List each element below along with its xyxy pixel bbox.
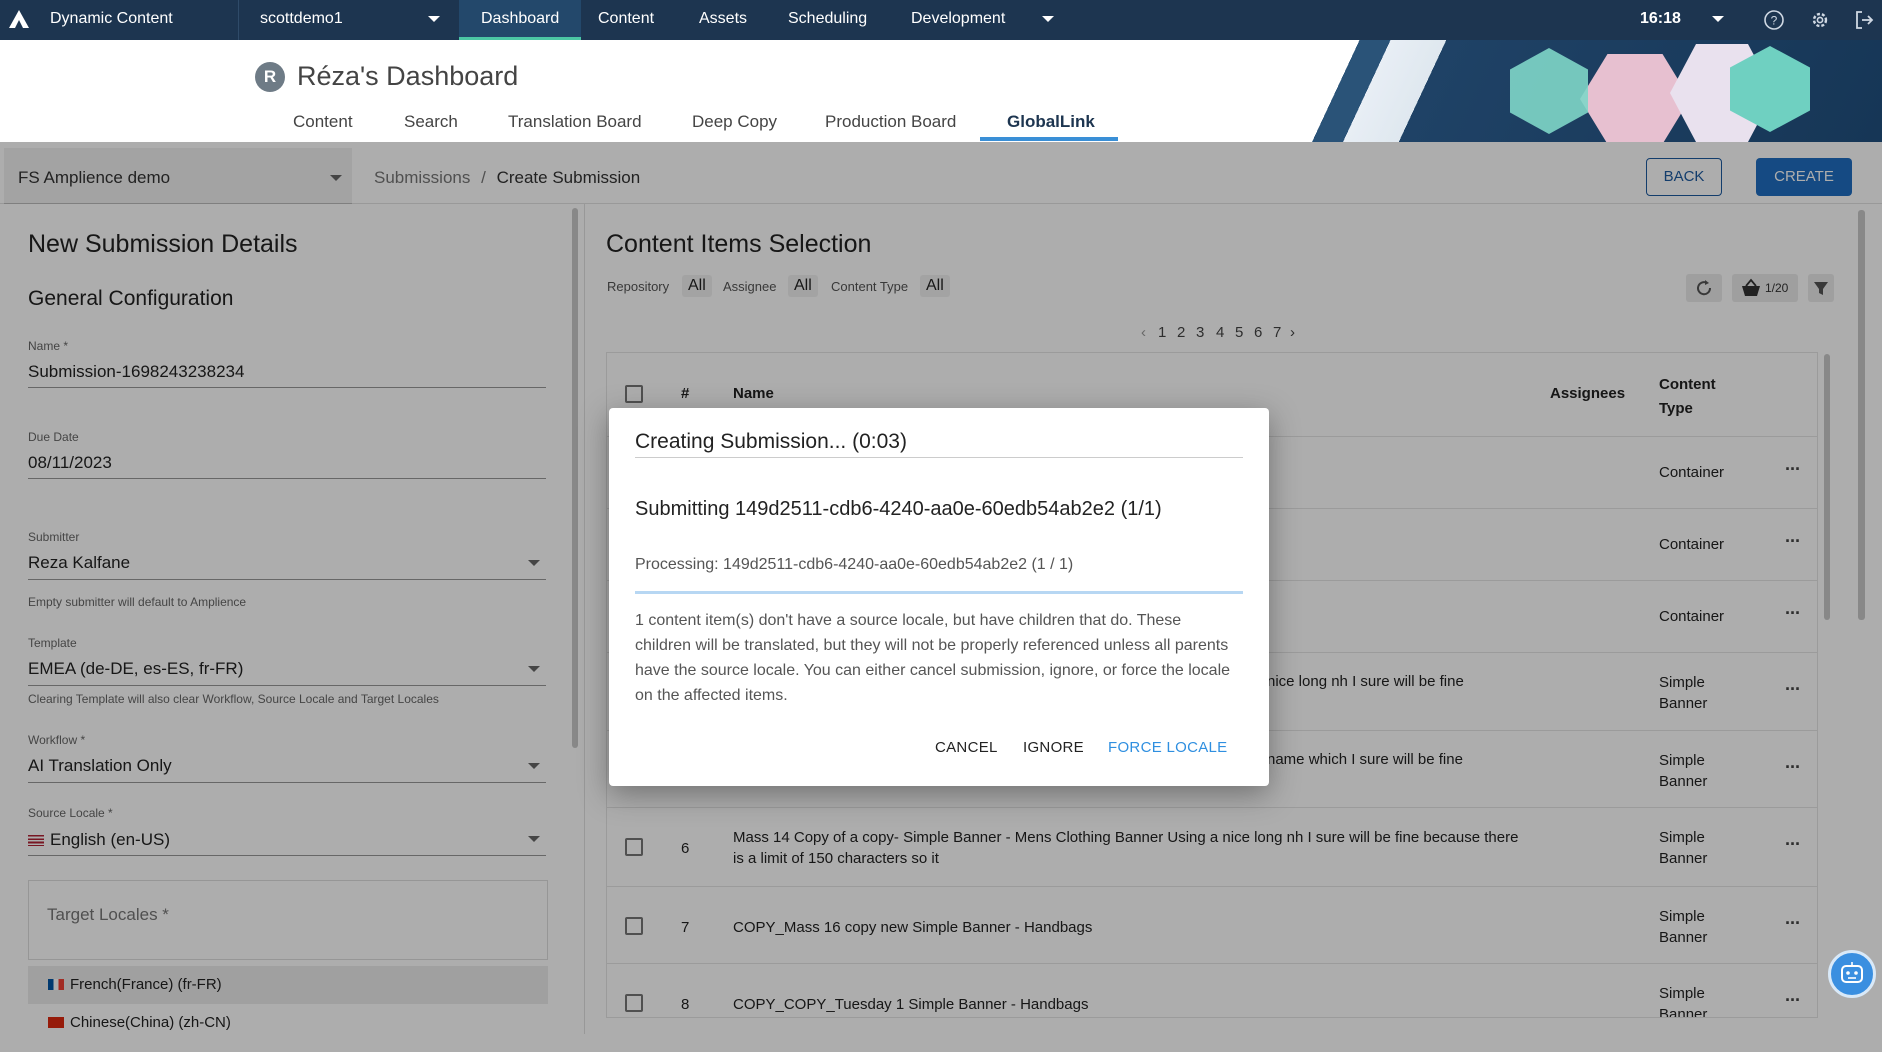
ignore-button[interactable]: IGNORE	[1023, 739, 1084, 756]
page-title: Réza's Dashboard	[297, 61, 519, 91]
logout-icon[interactable]	[1852, 8, 1876, 32]
tab-deep-copy[interactable]: Deep Copy	[692, 112, 777, 132]
nav-development[interactable]: Development	[889, 0, 1027, 40]
creating-submission-dialog: Creating Submission... (0:03) Submitting…	[609, 408, 1269, 786]
nav-content[interactable]: Content	[576, 0, 676, 40]
app-name: Dynamic Content	[50, 10, 173, 27]
nav-scheduling[interactable]: Scheduling	[766, 0, 889, 40]
robot-icon	[1841, 962, 1863, 983]
svg-text:?: ?	[1771, 14, 1778, 28]
chevron-down-icon[interactable]	[1042, 16, 1054, 22]
cancel-button[interactable]: CANCEL	[935, 739, 998, 756]
divider	[238, 0, 239, 40]
hub-selector[interactable]: scottdemo1	[260, 10, 440, 28]
chevron-down-icon[interactable]	[428, 16, 440, 22]
tab-search[interactable]: Search	[404, 112, 458, 132]
dialog-subtitle: Submitting 149d2511-cdb6-4240-aa0e-60edb…	[635, 498, 1162, 520]
processing-status: Processing: 149d2511-cdb6-4240-aa0e-60ed…	[635, 556, 1074, 573]
progress-bar	[635, 591, 1243, 594]
divider	[635, 457, 1243, 458]
avatar: R	[255, 62, 285, 92]
tab-production-board[interactable]: Production Board	[825, 112, 956, 132]
assistant-bot-button[interactable]	[1828, 950, 1876, 998]
tab-translation-board[interactable]: Translation Board	[508, 112, 642, 132]
help-icon[interactable]: ?	[1762, 8, 1786, 32]
clock-time: 16:18	[1640, 10, 1681, 27]
force-locale-button[interactable]: FORCE LOCALE	[1108, 739, 1227, 756]
active-tab-indicator	[980, 137, 1118, 141]
chevron-down-icon[interactable]	[1712, 16, 1724, 22]
amplience-logo-icon[interactable]	[8, 9, 30, 29]
dialog-message: 1 content item(s) don't have a source lo…	[635, 612, 1231, 704]
tab-globallink[interactable]: GlobalLink	[1007, 112, 1095, 132]
header-banner-image	[1310, 40, 1882, 142]
tab-content[interactable]: Content	[293, 112, 353, 132]
gear-icon[interactable]	[1808, 8, 1832, 32]
nav-dashboard[interactable]: Dashboard	[459, 0, 582, 40]
nav-assets[interactable]: Assets	[677, 0, 769, 40]
dialog-title: Creating Submission... (0:03)	[635, 430, 907, 453]
top-navigation-bar: Dynamic Content scottdemo1 Dashboard Con…	[0, 0, 1882, 40]
